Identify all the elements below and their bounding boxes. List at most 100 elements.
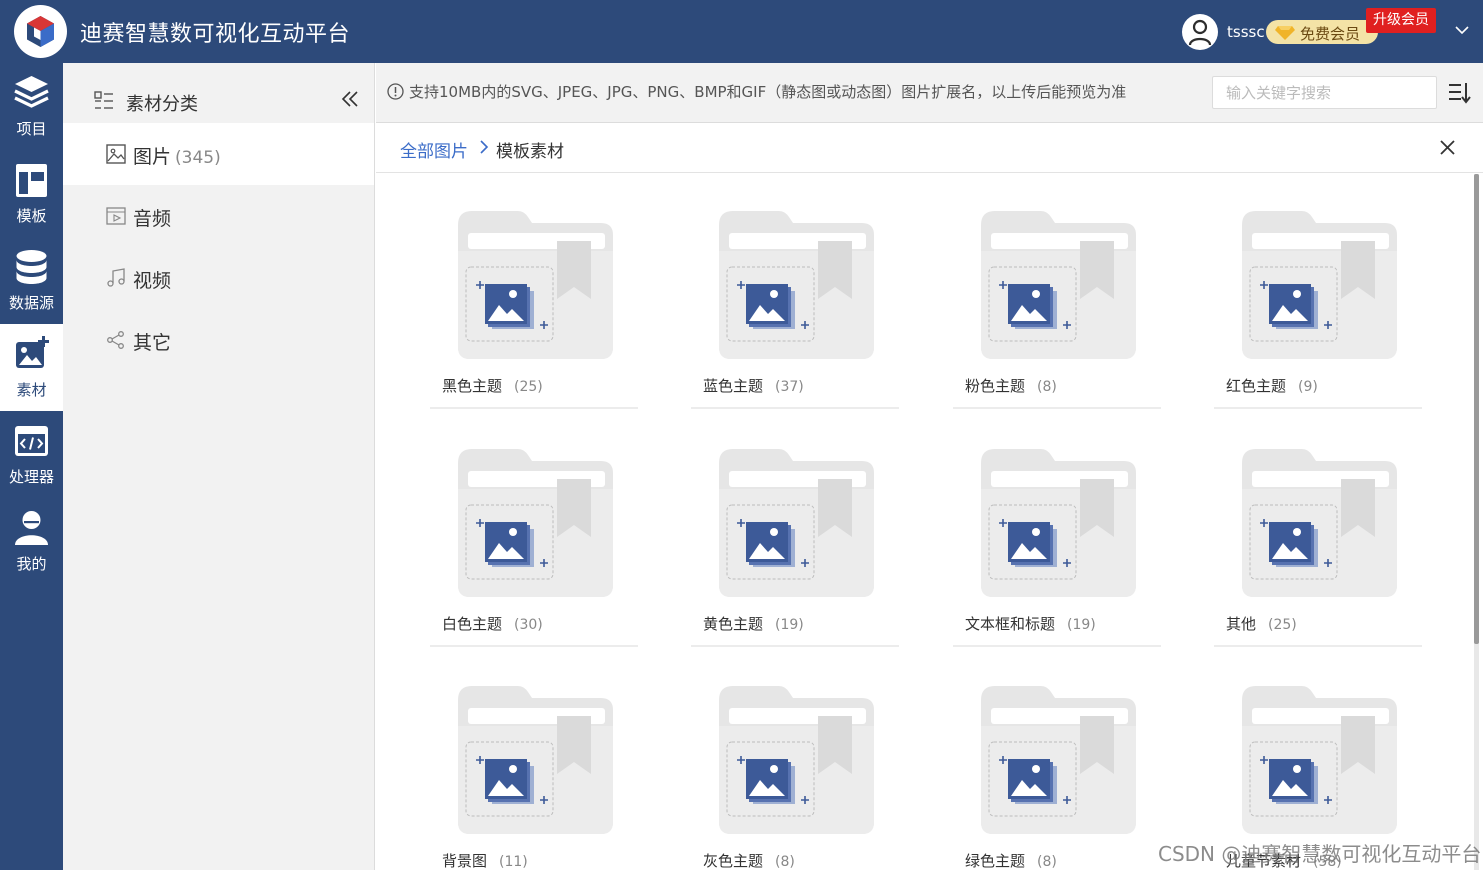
close-icon[interactable]	[1439, 139, 1456, 156]
category-count: (345)	[175, 148, 221, 168]
folder-card[interactable]: 绿色主题 (8)	[953, 649, 1161, 870]
chevron-down-icon[interactable]	[1454, 24, 1470, 36]
upload-notice: 支持10MB内的SVG、JPEG、JPG、PNG、BMP和GIF（静态图或动态图…	[409, 83, 1127, 101]
folder-title: 文本框和标题	[965, 615, 1056, 633]
nav-label: 我的	[16, 555, 47, 573]
folder-grid: 黑色主题 (25) 蓝色主题 (37) 粉色主题 (8) 红色主题 (9) 白色主题 (30) 黄色…	[376, 174, 1476, 870]
folder-card[interactable]: 红色主题 (9)	[1214, 174, 1422, 410]
folder-thumbnail	[719, 686, 874, 838]
grid-scrollbar[interactable]	[1474, 174, 1479, 870]
folder-divider	[430, 645, 638, 647]
folder-count: (25)	[514, 379, 543, 395]
member-badge[interactable]: 免费会员	[1266, 20, 1378, 44]
breadcrumb-current: 模板素材	[496, 142, 564, 162]
category-item-other[interactable]: 其它	[63, 309, 374, 371]
folder-image-icon	[981, 449, 1136, 597]
folder-divider	[1214, 645, 1422, 647]
sort-icon[interactable]	[1447, 81, 1471, 105]
breadcrumb-root-link[interactable]: 全部图片	[400, 137, 468, 162]
folder-divider	[1214, 407, 1422, 409]
folder-card[interactable]: 文本框和标题 (19)	[953, 412, 1161, 648]
folder-name: 白色主题 (30)	[442, 613, 543, 634]
diamond-icon	[1275, 26, 1295, 40]
user-avatar[interactable]	[1182, 14, 1218, 50]
scrollbar-thumb[interactable]	[1474, 174, 1479, 644]
nav-label: 模板	[16, 207, 47, 225]
breadcrumb: 全部图片 模板素材	[376, 123, 1483, 173]
layers-icon	[14, 76, 49, 108]
folder-image-icon	[719, 449, 874, 597]
folder-title: 粉色主题	[965, 377, 1026, 395]
folder-image-icon	[719, 686, 874, 834]
folder-image-icon	[458, 211, 613, 359]
folder-name: 黄色主题 (19)	[703, 613, 804, 634]
folder-card[interactable]: 黄色主题 (19)	[691, 412, 899, 648]
folder-divider	[691, 407, 899, 409]
category-item-video[interactable]: 视频	[63, 247, 374, 309]
folder-thumbnail	[981, 211, 1136, 363]
folder-thumbnail	[981, 449, 1136, 601]
folder-thumbnail	[1242, 449, 1397, 601]
folder-title: 背景图	[442, 852, 488, 870]
nav-label: 数据源	[8, 294, 54, 312]
folder-card[interactable]: 其他 (25)	[1214, 412, 1422, 648]
category-name: 音频	[133, 208, 172, 230]
folder-card[interactable]: 粉色主题 (8)	[953, 174, 1161, 410]
category-panel-title: 素材分类	[126, 94, 198, 115]
info-icon	[387, 83, 404, 100]
folder-name: 粉色主题 (8)	[965, 375, 1057, 396]
category-list-icon	[94, 91, 113, 109]
category-label: 视频	[133, 266, 175, 293]
logo-cube-icon	[27, 16, 54, 47]
material-toolbar: 支持10MB内的SVG、JPEG、JPG、PNG、BMP和GIF（静态图或动态图…	[376, 63, 1483, 123]
collapse-double-chevron-icon[interactable]	[341, 90, 359, 108]
nav-item-mine[interactable]: 我的	[0, 498, 63, 585]
folder-image-icon	[458, 449, 613, 597]
member-label: 免费会员	[1300, 25, 1361, 43]
folder-divider	[953, 407, 1161, 409]
video-icon	[106, 207, 126, 225]
music-icon	[107, 268, 125, 287]
folder-card[interactable]: 白色主题 (30)	[430, 412, 638, 648]
chevron-right-icon	[480, 140, 489, 154]
folder-name: 绿色主题 (8)	[965, 850, 1057, 870]
upgrade-member-button[interactable]: 升级会员	[1366, 8, 1436, 33]
nav-item-processor[interactable]: 处理器	[0, 411, 63, 498]
code-window-icon	[15, 426, 48, 456]
nav-item-datasource[interactable]: 数据源	[0, 237, 63, 324]
folder-thumbnail	[458, 449, 613, 601]
nav-item-template[interactable]: 模板	[0, 150, 63, 237]
folder-title: 灰色主题	[703, 852, 764, 870]
app-logo[interactable]	[14, 5, 67, 58]
category-name: 视频	[133, 270, 172, 292]
template-icon	[16, 164, 47, 197]
username[interactable]: tsssc	[1227, 23, 1265, 41]
folder-card[interactable]: 黑色主题 (25)	[430, 174, 638, 410]
folder-title: 绿色主题	[965, 852, 1026, 870]
folder-divider	[430, 407, 638, 409]
image-add-icon	[16, 336, 49, 368]
folder-thumbnail	[1242, 686, 1397, 838]
folder-thumbnail	[458, 686, 613, 838]
search-input[interactable]	[1212, 76, 1437, 109]
category-item-audio[interactable]: 音频	[63, 185, 374, 247]
nav-item-material[interactable]: 素材	[0, 324, 63, 411]
category-item-image[interactable]: 图片 (345)	[63, 123, 374, 185]
top-header: 迪赛智慧数可视化互动平台 tsssc 免费会员 升级会员	[0, 0, 1483, 63]
user-icon	[15, 511, 48, 545]
share-icon	[107, 331, 124, 349]
folder-card[interactable]: 灰色主题 (8)	[691, 649, 899, 870]
folder-card[interactable]: 蓝色主题 (37)	[691, 174, 899, 410]
database-icon	[16, 250, 47, 284]
folder-title: 黑色主题	[442, 377, 503, 395]
folder-image-icon	[1242, 686, 1397, 834]
nav-item-project[interactable]: 项目	[0, 63, 63, 150]
folder-count: (8)	[1037, 379, 1057, 395]
folder-card[interactable]: 儿童节素材 (58)	[1214, 649, 1422, 870]
folder-name: 黑色主题 (25)	[442, 375, 543, 396]
nav-label: 项目	[16, 120, 47, 138]
category-label: 其它	[133, 328, 175, 355]
folder-card[interactable]: 背景图 (11)	[430, 649, 638, 870]
folder-image-icon	[1242, 449, 1397, 597]
image-icon	[106, 144, 126, 164]
